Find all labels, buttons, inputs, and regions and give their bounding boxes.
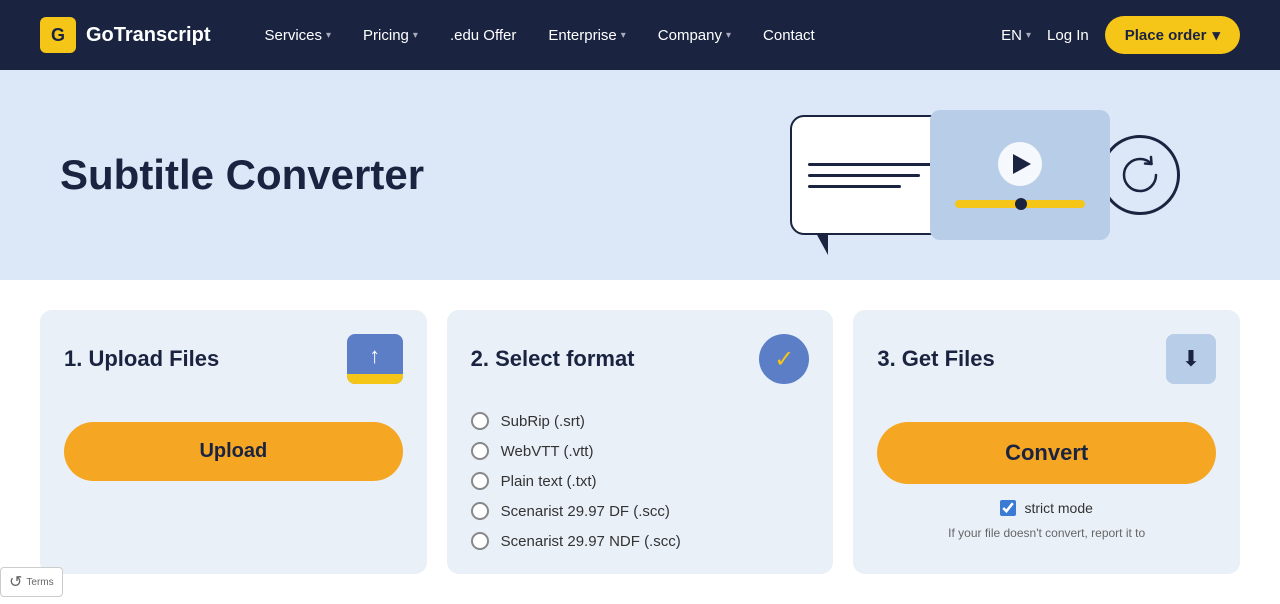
recaptcha-icon: ↺ — [9, 572, 22, 592]
hero-section: Subtitle Converter — [0, 70, 1280, 280]
nav-enterprise[interactable]: Enterprise ▾ — [534, 19, 639, 52]
get-files-card: 3. Get Files ⬇ Convert strict mode If yo… — [853, 310, 1240, 574]
video-card-icon — [930, 110, 1110, 240]
get-files-card-header: 3. Get Files ⬇ — [877, 334, 1216, 384]
lang-chevron-icon: ▾ — [1026, 30, 1031, 41]
download-icon: ⬇ — [1166, 334, 1216, 384]
nav-services[interactable]: Services ▾ — [250, 19, 345, 52]
nav-right: EN ▾ Log In Place order ▾ — [1001, 16, 1240, 54]
logo-text: GoTranscript — [86, 24, 210, 47]
page-title: Subtitle Converter — [60, 150, 424, 200]
convert-button[interactable]: Convert — [877, 422, 1216, 484]
format-item-vtt[interactable]: WebVTT (.vtt) — [471, 442, 810, 460]
video-progress-icon — [955, 200, 1085, 208]
format-item-txt[interactable]: Plain text (.txt) — [471, 472, 810, 490]
get-files-card-title: 3. Get Files — [877, 346, 994, 372]
refresh-icon — [1100, 135, 1180, 215]
login-link[interactable]: Log In — [1047, 27, 1089, 44]
radio-txt[interactable] — [471, 472, 489, 490]
speech-bubble-icon — [790, 115, 950, 235]
check-icon: ✓ — [759, 334, 809, 384]
recaptcha-badge: ↺ Terms — [0, 567, 63, 597]
upload-card-header: 1. Upload Files ↑ — [64, 334, 403, 384]
format-item-scc-df[interactable]: Scenarist 29.97 DF (.scc) — [471, 502, 810, 520]
hero-illustration — [790, 110, 1180, 240]
radio-scc-ndf[interactable] — [471, 532, 489, 550]
play-button-icon — [998, 142, 1042, 186]
nav-pricing[interactable]: Pricing ▾ — [349, 19, 432, 52]
strict-mode-row: strict mode — [877, 500, 1216, 516]
logo-link[interactable]: G GoTranscript — [40, 17, 210, 53]
format-item-scc-ndf[interactable]: Scenarist 29.97 NDF (.scc) — [471, 532, 810, 550]
upload-button[interactable]: Upload — [64, 422, 403, 481]
nav-company[interactable]: Company ▾ — [644, 19, 745, 52]
recaptcha-label: Terms — [26, 577, 53, 588]
format-card-header: 2. Select format ✓ — [471, 334, 810, 384]
upload-card-title: 1. Upload Files — [64, 346, 219, 372]
radio-srt[interactable] — [471, 412, 489, 430]
nav-edu-offer[interactable]: .edu Offer — [436, 19, 530, 52]
company-chevron-icon: ▾ — [726, 30, 731, 41]
format-card-title: 2. Select format — [471, 346, 635, 372]
upload-files-card: 1. Upload Files ↑ Upload — [40, 310, 427, 574]
format-list: SubRip (.srt) WebVTT (.vtt) Plain text (… — [471, 412, 810, 550]
place-order-button[interactable]: Place order ▾ — [1105, 16, 1240, 54]
pricing-chevron-icon: ▾ — [413, 30, 418, 41]
get-files-note: If your file doesn't convert, report it … — [877, 526, 1216, 540]
strict-mode-checkbox[interactable] — [1000, 500, 1016, 516]
select-format-card: 2. Select format ✓ SubRip (.srt) WebVTT … — [447, 310, 834, 574]
format-item-srt[interactable]: SubRip (.srt) — [471, 412, 810, 430]
place-order-chevron-icon: ▾ — [1212, 26, 1220, 44]
language-selector[interactable]: EN ▾ — [1001, 27, 1031, 44]
radio-scc-df[interactable] — [471, 502, 489, 520]
radio-vtt[interactable] — [471, 442, 489, 460]
strict-mode-label: strict mode — [1024, 500, 1092, 516]
navbar: G GoTranscript Services ▾ Pricing ▾ .edu… — [0, 0, 1280, 70]
logo-icon: G — [40, 17, 76, 53]
upload-icon: ↑ — [347, 334, 403, 384]
nav-contact[interactable]: Contact — [749, 19, 829, 52]
enterprise-chevron-icon: ▾ — [621, 30, 626, 41]
main-content: 1. Upload Files ↑ Upload 2. Select forma… — [0, 280, 1280, 604]
nav-links: Services ▾ Pricing ▾ .edu Offer Enterpri… — [250, 19, 1001, 52]
services-chevron-icon: ▾ — [326, 30, 331, 41]
